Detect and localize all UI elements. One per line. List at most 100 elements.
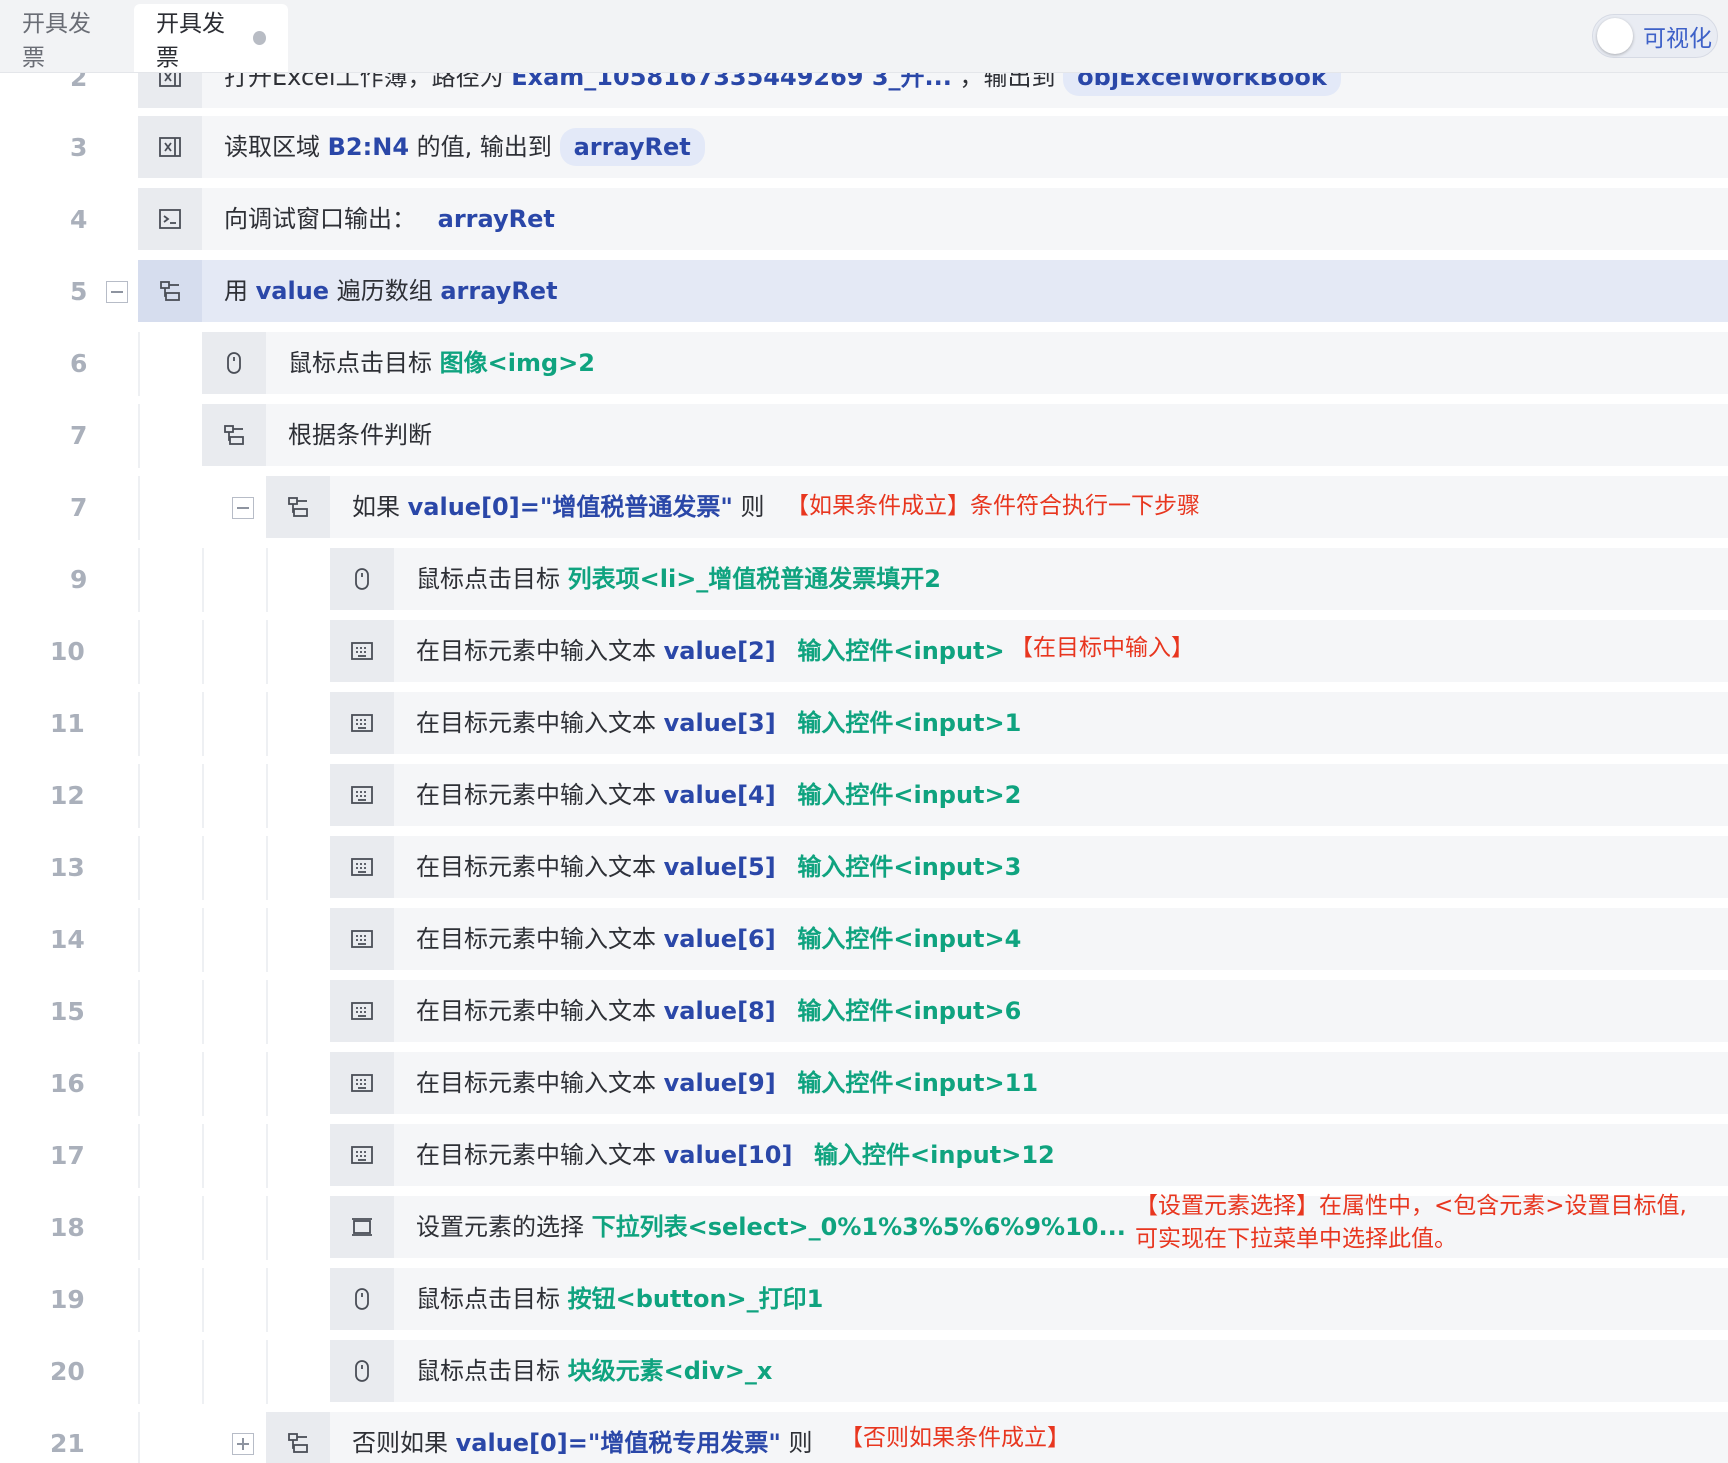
- select-icon: [330, 1196, 394, 1258]
- target-element[interactable]: 输入控件<input>3: [797, 853, 1021, 881]
- input-variable: value[5]: [663, 853, 776, 881]
- tab-open-invoice-active[interactable]: 开具发票: [134, 4, 288, 72]
- tab-label: 开具发票: [156, 11, 225, 71]
- code-row-6[interactable]: 6 鼠标点击目标 图像<img>2: [0, 332, 1728, 396]
- code-row-4[interactable]: 4 向调试窗口输出： arrayRet: [0, 188, 1728, 252]
- target-element[interactable]: 按钮<button>_打印1: [568, 1285, 824, 1313]
- statement-text: 向调试窗口输出： arrayRet: [224, 205, 555, 233]
- line-number: 3: [70, 133, 88, 162]
- toggle-knob: [1597, 18, 1633, 54]
- statement-text: 如果 value[0]="增值税普通发票" 则: [352, 493, 765, 521]
- code-row-21[interactable]: 21 否则如果 value[0]="增值税专用发票" 则 【否则如果条件成立】: [0, 1412, 1728, 1463]
- loop-icon: [138, 260, 202, 322]
- keyboard-icon: [330, 1052, 394, 1114]
- target-element[interactable]: 块级元素<div>_x: [568, 1357, 773, 1385]
- code-row-12[interactable]: 12 在目标元素中输入文本 value[4] 输入控件<input>2: [0, 764, 1728, 828]
- mouse-icon: [202, 332, 266, 394]
- annotation-note: 【如果条件成立】条件符合执行一下步骤: [786, 493, 1200, 519]
- code-row-7-if[interactable]: 7 如果 value[0]="增值税普通发票" 则 【如果条件成立】条件符合执行…: [0, 476, 1728, 540]
- expand-toggle-icon[interactable]: [232, 1433, 254, 1455]
- target-element[interactable]: 输入控件<input>4: [797, 925, 1021, 953]
- condition-expression: value[0]="增值税专用发票": [455, 1429, 781, 1457]
- code-row-7-condition[interactable]: 7 根据条件判断: [0, 404, 1728, 468]
- keyboard-icon: [330, 908, 394, 970]
- range-value: B2:N4: [327, 133, 410, 161]
- input-variable: value[8]: [663, 997, 776, 1025]
- code-row-11[interactable]: 11 在目标元素中输入文本 value[3] 输入控件<input>1: [0, 692, 1728, 756]
- target-element[interactable]: 下拉列表<select>_0%1%3%5%6%9%10...: [592, 1213, 1126, 1241]
- code-row-5[interactable]: 5 用 value 遍历数组 arrayRet: [0, 260, 1728, 324]
- branch-icon: [202, 404, 266, 466]
- keyboard-icon: [330, 620, 394, 682]
- branch-icon: [266, 1412, 330, 1463]
- statement-text: 设置元素的选择 下拉列表<select>_0%1%3%5%6%9%10...: [416, 1213, 1126, 1241]
- annotation-note: 【否则如果条件成立】: [840, 1425, 1070, 1451]
- keyboard-icon: [330, 692, 394, 754]
- statement-text: 读取区域 B2:N4 的值, 输出到 arrayRet: [224, 116, 705, 178]
- mouse-icon: [330, 1340, 394, 1402]
- statement-text: 鼠标点击目标 按钮<button>_打印1: [416, 1285, 824, 1313]
- statement-text: 在目标元素中输入文本 value[6] 输入控件<input>4: [416, 925, 1022, 953]
- terminal-icon: [138, 188, 202, 250]
- line-number: 10: [50, 637, 85, 666]
- code-row-3[interactable]: 3 读取区域 B2:N4 的值, 输出到 arrayRet: [0, 116, 1728, 180]
- statement-text: 在目标元素中输入文本 value[8] 输入控件<input>6: [416, 997, 1022, 1025]
- target-element[interactable]: 列表项<li>_增值税普通发票填开2: [568, 565, 941, 593]
- collapse-toggle-icon[interactable]: [106, 281, 128, 303]
- line-number: 4: [70, 205, 88, 234]
- line-number: 13: [50, 853, 85, 882]
- mouse-icon: [330, 548, 394, 610]
- statement-text: 在目标元素中输入文本 value[2] 输入控件<input>: [416, 637, 1005, 665]
- excel-icon: [138, 116, 202, 178]
- statement-text: 否则如果 value[0]="增值税专用发票" 则: [352, 1429, 813, 1457]
- line-number: 19: [50, 1285, 85, 1314]
- loop-array: arrayRet: [440, 277, 558, 305]
- line-number: 21: [50, 1429, 85, 1458]
- statement-text: 根据条件判断: [288, 421, 432, 449]
- output-variable[interactable]: arrayRet: [559, 128, 705, 166]
- target-element[interactable]: 输入控件<input>11: [797, 1069, 1038, 1097]
- tab-open-invoice-1[interactable]: 开具发票: [0, 4, 134, 72]
- keyboard-icon: [330, 980, 394, 1042]
- input-variable: value[2]: [663, 637, 776, 665]
- code-row-14[interactable]: 14 在目标元素中输入文本 value[6] 输入控件<input>4: [0, 908, 1728, 972]
- code-row-13[interactable]: 13 在目标元素中输入文本 value[5] 输入控件<input>3: [0, 836, 1728, 900]
- keyboard-icon: [330, 836, 394, 898]
- code-row-15[interactable]: 15 在目标元素中输入文本 value[8] 输入控件<input>6: [0, 980, 1728, 1044]
- collapse-toggle-icon[interactable]: [232, 497, 254, 519]
- tab-label: 开具发票: [22, 11, 91, 71]
- code-row-17[interactable]: 17 在目标元素中输入文本 value[10] 输入控件<input>12: [0, 1124, 1728, 1188]
- target-element[interactable]: 图像<img>2: [440, 349, 595, 377]
- visualize-toggle[interactable]: 可视化: [1592, 14, 1718, 58]
- line-number: 20: [50, 1357, 85, 1386]
- target-element[interactable]: 输入控件<input>1: [797, 709, 1021, 737]
- unsaved-dot-icon: [252, 31, 266, 45]
- code-row-19[interactable]: 19 鼠标点击目标 按钮<button>_打印1: [0, 1268, 1728, 1332]
- statement-text: 鼠标点击目标 列表项<li>_增值税普通发票填开2: [416, 565, 942, 593]
- line-number: 6: [70, 349, 88, 378]
- target-element[interactable]: 输入控件<input>: [797, 637, 1004, 665]
- target-element[interactable]: 输入控件<input>12: [814, 1141, 1055, 1169]
- branch-icon: [266, 476, 330, 538]
- target-element[interactable]: 输入控件<input>2: [797, 781, 1021, 809]
- target-element[interactable]: 输入控件<input>6: [797, 997, 1021, 1025]
- statement-text: 在目标元素中输入文本 value[9] 输入控件<input>11: [416, 1069, 1039, 1097]
- statement-text: 用 value 遍历数组 arrayRet: [224, 277, 558, 305]
- statement-text: 在目标元素中输入文本 value[3] 输入控件<input>1: [416, 709, 1022, 737]
- input-variable: value[6]: [663, 925, 776, 953]
- line-number: 18: [50, 1213, 85, 1242]
- code-row-18[interactable]: 18 设置元素的选择 下拉列表<select>_0%1%3%5%6%9%10..…: [0, 1193, 1728, 1260]
- line-number: 11: [50, 709, 85, 738]
- line-number: 7: [70, 493, 88, 522]
- statement-text: 在目标元素中输入文本 value[10] 输入控件<input>12: [416, 1141, 1055, 1169]
- statement-text: 鼠标点击目标 图像<img>2: [288, 349, 595, 377]
- code-row-10[interactable]: 10 在目标元素中输入文本 value[2] 输入控件<input> 【在目标中…: [0, 620, 1728, 684]
- input-variable: value[9]: [663, 1069, 776, 1097]
- editor-tab-bar: 开具发票 开具发票 可视化: [0, 0, 1728, 73]
- code-row-9[interactable]: 9 鼠标点击目标 列表项<li>_增值税普通发票填开2: [0, 548, 1728, 612]
- code-row-16[interactable]: 16 在目标元素中输入文本 value[9] 输入控件<input>11: [0, 1052, 1728, 1116]
- statement-text: 在目标元素中输入文本 value[5] 输入控件<input>3: [416, 853, 1022, 881]
- statement-text: 在目标元素中输入文本 value[4] 输入控件<input>2: [416, 781, 1022, 809]
- line-number: 7: [70, 421, 88, 450]
- code-row-20[interactable]: 20 鼠标点击目标 块级元素<div>_x: [0, 1340, 1728, 1404]
